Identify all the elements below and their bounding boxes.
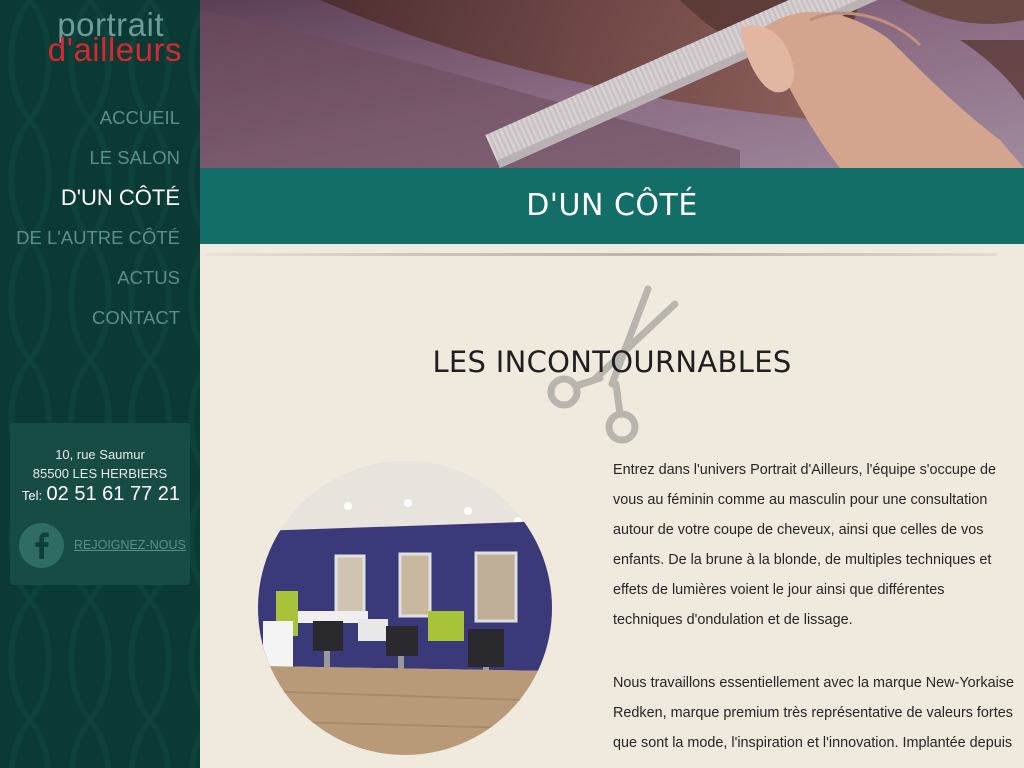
nav-item-de-l-autre-cote[interactable]: DE L'AUTRE CÔTÉ xyxy=(16,218,180,258)
hero-image xyxy=(200,0,1024,168)
nav-item-accueil[interactable]: ACCUEIL xyxy=(16,98,180,138)
nav-item-contact[interactable]: CONTACT xyxy=(16,298,180,338)
sidebar: portrait d'ailleurs ACCUEIL LE SALON D'U… xyxy=(0,0,200,768)
salon-illustration xyxy=(258,461,552,755)
facebook-join-link[interactable]: REJOIGNEZ-NOUS xyxy=(74,538,186,552)
section-title: LES INCONTOURNABLES xyxy=(432,345,792,379)
intro-paragraph: Entrez dans l'univers Portrait d'Ailleur… xyxy=(613,462,996,628)
divider xyxy=(205,253,997,256)
address-city: 85500 LES HERBIERS xyxy=(32,466,168,481)
phone: Tel: 02 51 61 77 21 xyxy=(22,483,180,506)
phone-label: Tel: xyxy=(21,488,43,503)
address-street: 10, rue Saumur xyxy=(55,447,145,462)
facebook-icon[interactable] xyxy=(19,523,64,568)
page-title: D'UN CÔTÉ xyxy=(526,188,698,223)
hero-illustration xyxy=(200,0,1024,168)
nav-item-le-salon[interactable]: LE SALON xyxy=(16,138,181,178)
contact-box: 10, rue Saumur 85500 LES HERBIERS Tel: 0… xyxy=(10,423,190,585)
main-nav: ACCUEIL LE SALON D'UN CÔTÉ DE L'AUTRE CÔ… xyxy=(16,98,180,338)
facebook-glyph xyxy=(35,532,49,559)
logo-text-bottom: d'ailleurs xyxy=(47,31,182,68)
page-title-bar: D'UN CÔTÉ xyxy=(200,168,1024,244)
salon-photo xyxy=(258,461,552,755)
nav-item-actus[interactable]: ACTUS xyxy=(16,258,180,298)
nav-item-d-un-cote[interactable]: D'UN CÔTÉ xyxy=(16,178,180,218)
phone-number[interactable]: 02 51 61 77 21 xyxy=(47,483,180,505)
brand-paragraph: Nous travaillons essentiellement avec la… xyxy=(613,675,1014,751)
logo[interactable]: portrait d'ailleurs xyxy=(0,6,200,72)
